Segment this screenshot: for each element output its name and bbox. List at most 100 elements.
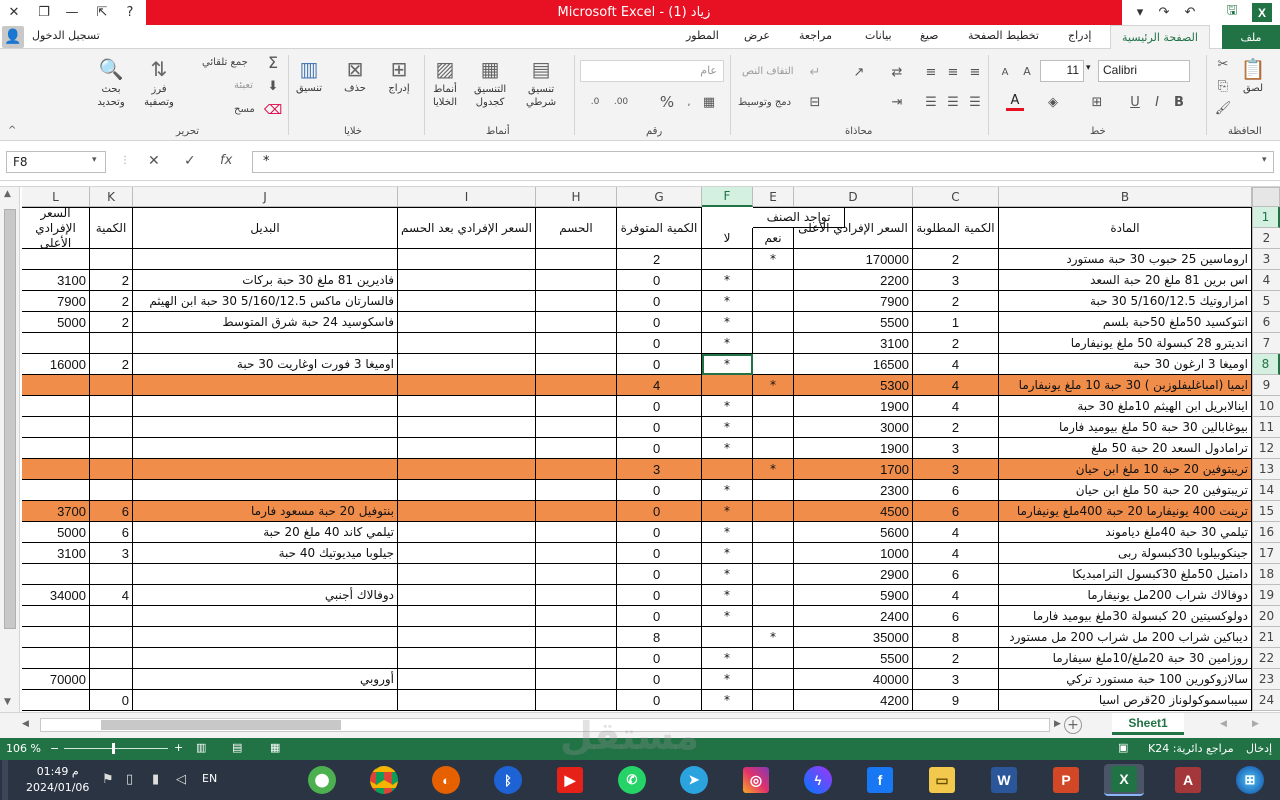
network-icon[interactable]: ▯ xyxy=(126,772,133,787)
cell-qty[interactable]: 6 xyxy=(913,606,999,627)
cell-qty[interactable]: 4 xyxy=(913,396,999,417)
row-header[interactable]: 24 xyxy=(1252,690,1280,711)
tab-data[interactable]: بيانات xyxy=(865,29,892,42)
zoom-out-icon[interactable]: − xyxy=(50,742,59,755)
taskbar-firefox[interactable]: ◐ xyxy=(426,764,466,796)
cell-qty[interactable]: 2 xyxy=(913,291,999,312)
cell-price[interactable]: 1900 xyxy=(794,438,913,459)
cell-yes[interactable] xyxy=(753,501,794,522)
cell-price[interactable]: 5600 xyxy=(794,522,913,543)
cell-yes[interactable] xyxy=(753,585,794,606)
cell-alt-price[interactable] xyxy=(22,396,90,417)
cell-no[interactable] xyxy=(702,249,753,270)
volume-icon[interactable]: ◁ xyxy=(176,772,186,787)
cell-alt-qty[interactable] xyxy=(90,648,133,669)
cell-alt-qty[interactable] xyxy=(90,480,133,501)
cell-alt-qty[interactable]: 0 xyxy=(90,690,133,711)
flag-icon[interactable]: ⚑ xyxy=(102,772,114,787)
signin-link[interactable]: تسجيل الدخول xyxy=(32,29,100,42)
cell-avail[interactable]: 0 xyxy=(617,396,702,417)
row-header[interactable]: 14 xyxy=(1252,480,1280,501)
cell-avail[interactable]: 0 xyxy=(617,354,702,375)
align-center-icon[interactable]: ☰ xyxy=(944,93,962,111)
cell-empty[interactable] xyxy=(536,438,617,459)
scroll-down-icon[interactable]: ▼ xyxy=(4,697,11,707)
tab-review[interactable]: مراجعة xyxy=(799,29,832,42)
cell-no[interactable]: * xyxy=(702,270,753,291)
cell-alt[interactable]: دوفالاك أجنبي xyxy=(133,585,398,606)
cell-empty[interactable] xyxy=(398,627,536,648)
cell-qty[interactable]: 4 xyxy=(913,522,999,543)
cell-price[interactable]: 40000 xyxy=(794,669,913,690)
cell-material[interactable]: اروماسين 25 حبوب 30 حبة مستورد xyxy=(999,249,1252,270)
cell-alt-qty[interactable]: 6 xyxy=(90,501,133,522)
cell-price[interactable]: 3000 xyxy=(794,417,913,438)
copy-icon[interactable]: ⎘ xyxy=(1214,77,1232,95)
cell-no[interactable]: * xyxy=(702,438,753,459)
cell-alt-price[interactable] xyxy=(22,417,90,438)
taskbar-app-1[interactable]: ⬤ xyxy=(302,764,342,796)
row-header[interactable]: 5 xyxy=(1252,291,1280,312)
column-header-d[interactable]: D xyxy=(794,187,913,207)
cell-no[interactable]: * xyxy=(702,501,753,522)
cell-no[interactable]: * xyxy=(702,585,753,606)
column-header-j[interactable]: J xyxy=(133,187,398,207)
bold-icon[interactable]: B xyxy=(1170,93,1188,111)
increase-decimal-icon[interactable]: .00 xyxy=(612,93,630,111)
cell-price[interactable]: 2400 xyxy=(794,606,913,627)
cell-alt-price[interactable] xyxy=(22,249,90,270)
column-header-e[interactable]: E xyxy=(753,187,794,207)
cell-alt-qty[interactable]: 6 xyxy=(90,522,133,543)
cell-empty[interactable] xyxy=(536,375,617,396)
cell-alt-price[interactable]: 34000 xyxy=(22,585,90,606)
undo-icon[interactable]: ↶ xyxy=(1178,2,1202,22)
cell-empty[interactable] xyxy=(536,459,617,480)
cell-alt-price[interactable]: 5000 xyxy=(22,312,90,333)
cell-empty[interactable] xyxy=(536,396,617,417)
cell-price[interactable]: 1700 xyxy=(794,459,913,480)
cell-no[interactable] xyxy=(702,459,753,480)
cell-qty[interactable]: 6 xyxy=(913,480,999,501)
scroll-left-icon[interactable]: ◀ xyxy=(22,719,29,729)
cell-yes[interactable] xyxy=(753,312,794,333)
taskbar-explorer[interactable]: ▭ xyxy=(922,764,962,796)
borders-icon[interactable]: ⊞ xyxy=(1088,93,1106,111)
cell-yes[interactable] xyxy=(753,648,794,669)
select-all-corner[interactable] xyxy=(1252,187,1280,207)
cell-price[interactable]: 5500 xyxy=(794,648,913,669)
cell-avail[interactable]: 0 xyxy=(617,501,702,522)
start-button[interactable]: ⊞ xyxy=(1230,764,1270,796)
cell-empty[interactable] xyxy=(536,627,617,648)
cell-avail[interactable]: 3 xyxy=(617,459,702,480)
cell-empty[interactable] xyxy=(536,522,617,543)
cell-empty[interactable] xyxy=(536,564,617,585)
save-icon[interactable]: 🖫 xyxy=(1220,2,1244,22)
cell-empty[interactable] xyxy=(536,291,617,312)
cell-material[interactable]: اينالابريل ابن الهيثم 10ملغ 30 حبة xyxy=(999,396,1252,417)
cell-no[interactable]: * xyxy=(702,333,753,354)
cell-yes[interactable] xyxy=(753,270,794,291)
cell-no[interactable]: * xyxy=(702,312,753,333)
cell-empty[interactable] xyxy=(398,249,536,270)
cell-avail[interactable]: 0 xyxy=(617,270,702,291)
column-header-g[interactable]: G xyxy=(617,187,702,207)
row-header[interactable]: 1 xyxy=(1252,207,1280,228)
cell-alt-price[interactable] xyxy=(22,606,90,627)
cell-alt-price[interactable] xyxy=(22,480,90,501)
tab-home[interactable]: الصفحة الرئيسية xyxy=(1110,25,1210,50)
row-header[interactable]: 12 xyxy=(1252,438,1280,459)
tab-developer[interactable]: المطور xyxy=(686,29,719,42)
taskbar-facebook[interactable]: f xyxy=(860,764,900,796)
cell-alt-qty[interactable] xyxy=(90,459,133,480)
cell-alt[interactable] xyxy=(133,564,398,585)
cell-material[interactable]: روزامين 30 حبة 20ملغ/10ملغ سيفارما xyxy=(999,648,1252,669)
cell-material[interactable]: ايميا (امباغليفلوزين ) 30 حبة 10 ملغ يون… xyxy=(999,375,1252,396)
help-icon[interactable]: ? xyxy=(118,2,142,22)
cell-empty[interactable] xyxy=(536,501,617,522)
shrink-font-icon[interactable]: A xyxy=(996,63,1014,81)
taskbar-excel[interactable]: X xyxy=(1104,764,1144,796)
cell-empty[interactable] xyxy=(398,312,536,333)
column-header-b[interactable]: B xyxy=(999,187,1252,207)
cell-material[interactable]: بيوغابالين 30 حبة 50 ملغ بيوميد فارما xyxy=(999,417,1252,438)
cell-material[interactable]: جينكوبيلوبا 30كبسولة ربى xyxy=(999,543,1252,564)
